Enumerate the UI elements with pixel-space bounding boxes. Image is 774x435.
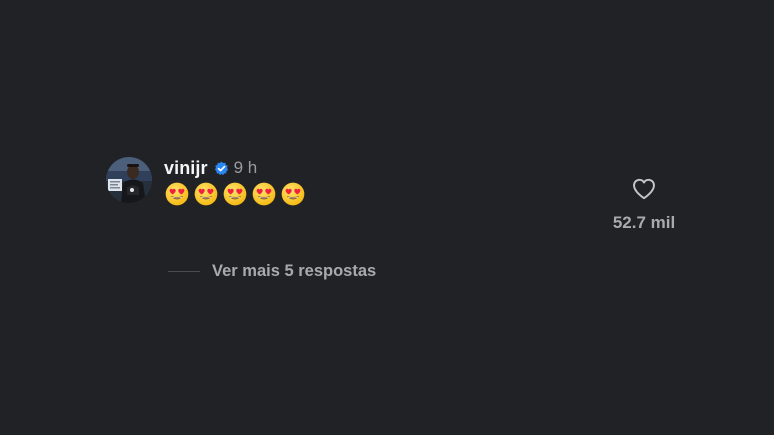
like-group: 52.7 mil [606,176,682,233]
verified-badge-icon [214,161,229,176]
username[interactable]: vinijr [164,158,208,179]
timestamp: 9 h [233,158,258,177]
like-count: 52.7 mil [612,213,676,232]
avatar[interactable] [106,157,152,203]
heart-eyes-emoji-icon [281,182,305,206]
comment: vinijr 9 h 52.7 mil Ver mais 5 respostas [0,0,774,435]
heart-eyes-emoji-icon [165,182,189,206]
heart-eyes-emoji-icon [252,182,276,206]
view-replies-label: Ver mais 5 respostas [212,262,377,280]
replies-divider [168,271,200,272]
view-replies-button[interactable]: Ver mais 5 respostas [168,262,376,281]
comment-text [165,182,305,206]
heart-outline-icon[interactable] [631,176,657,202]
avatar-image [106,157,152,203]
comment-header: vinijr 9 h [164,156,257,180]
heart-eyes-emoji-icon [194,182,218,206]
heart-eyes-emoji-icon [223,182,247,206]
